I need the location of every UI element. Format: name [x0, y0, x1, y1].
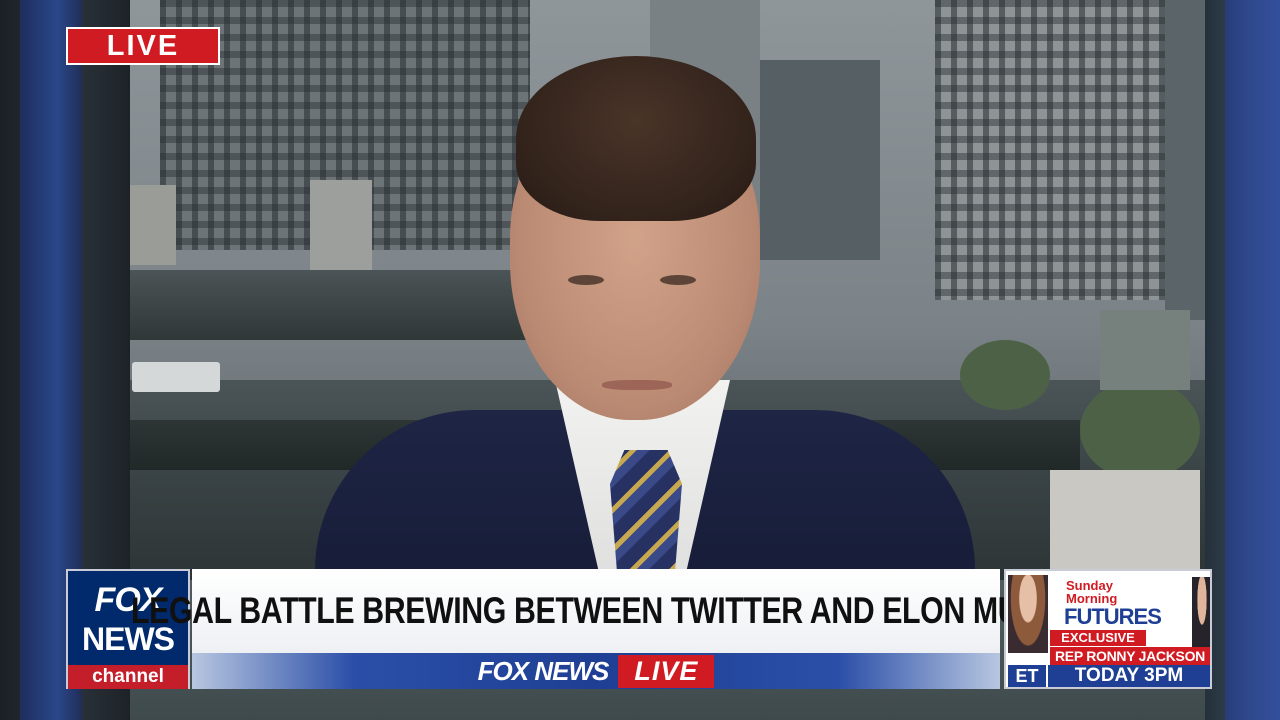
promo-timezone: ET [1008, 665, 1046, 687]
live-badge: LIVE [66, 27, 220, 65]
logo-channel-text: channel [68, 665, 188, 689]
show-promo: Sunday Morning FUTURES EXCLUSIVE REP RON… [1004, 569, 1212, 689]
mouth [602, 380, 672, 390]
background-boat [132, 362, 220, 392]
brand-network-text: FOX NEWS [477, 655, 610, 686]
promo-exclusive-tag: EXCLUSIVE [1050, 630, 1146, 646]
headline-banner: LEGAL BATTLE BREWING BETWEEN TWITTER AND… [131, 569, 1061, 653]
brand-live-tag: LIVE [618, 654, 715, 688]
hair [516, 56, 756, 221]
brand-bar: FOX NEWS LIVE [192, 653, 1000, 689]
promo-airtime: TODAY 3PM [1048, 665, 1210, 687]
promo-show-line3: FUTURES [1064, 604, 1162, 629]
background-tree [1080, 380, 1200, 480]
promo-guest-name: REP RONNY JACKSON [1050, 647, 1210, 665]
background-building [1165, 0, 1205, 320]
studio-frame-right [1205, 0, 1280, 720]
guest-speaker [310, 50, 980, 640]
promo-guest-photo [1192, 577, 1210, 653]
headline-text: LEGAL BATTLE BREWING BETWEEN TWITTER AND… [131, 590, 1061, 631]
background-tower [1050, 470, 1200, 570]
right-eye [660, 275, 696, 285]
background-tower [128, 185, 176, 265]
promo-host-photo [1008, 575, 1048, 653]
left-eye [568, 275, 604, 285]
background-tower [1100, 310, 1190, 390]
